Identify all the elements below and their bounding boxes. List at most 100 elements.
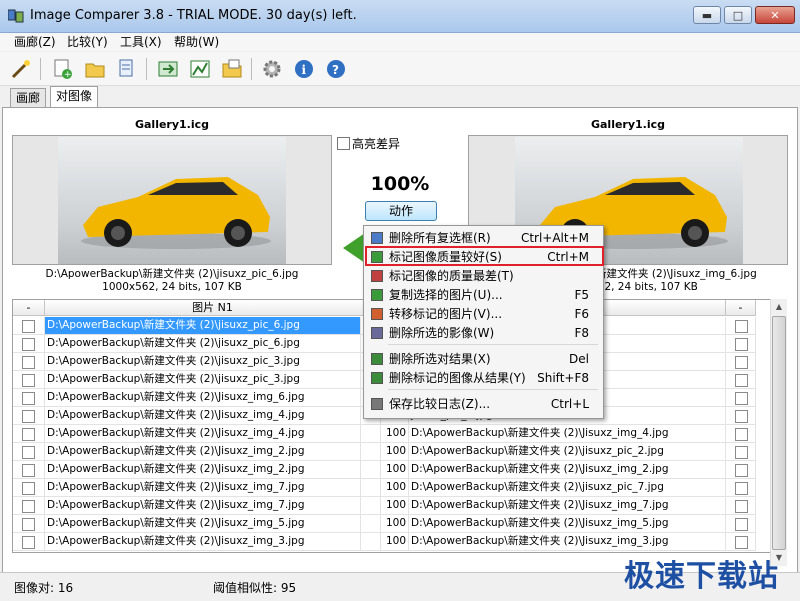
row-left-path[interactable]: D:\ApowerBackup\新建文件夹 (2)\Jisuxz_img_6.j… xyxy=(45,389,361,407)
row-left-path[interactable]: D:\ApowerBackup\新建文件夹 (2)\jisuxz_pic_3.j… xyxy=(45,353,361,371)
row-mid-cell[interactable] xyxy=(361,425,381,443)
row-check-right-cell[interactable] xyxy=(726,407,756,425)
row-right-path[interactable]: D:\ApowerBackup\新建文件夹 (2)\Jisuxz_img_7.j… xyxy=(409,497,726,515)
row-left-path[interactable]: D:\ApowerBackup\新建文件夹 (2)\Jisuxz_img_3.j… xyxy=(45,533,361,551)
context-menu-item[interactable]: 删除所有复选框(R) Ctrl+Alt+M xyxy=(366,228,601,248)
chart-icon[interactable] xyxy=(187,56,213,82)
row-check-left-cell[interactable] xyxy=(13,443,45,461)
row-left-path[interactable]: D:\ApowerBackup\新建文件夹 (2)\Jisuxz_img_4.j… xyxy=(45,425,361,443)
row-checkbox[interactable] xyxy=(735,446,748,459)
row-checkbox[interactable] xyxy=(22,410,35,423)
row-check-right-cell[interactable] xyxy=(726,479,756,497)
row-checkbox[interactable] xyxy=(735,338,748,351)
row-check-right-cell[interactable] xyxy=(726,335,756,353)
row-right-path[interactable]: D:\ApowerBackup\新建文件夹 (2)\jisuxz_pic_7.j… xyxy=(409,479,726,497)
row-check-left-cell[interactable] xyxy=(13,353,45,371)
row-checkbox[interactable] xyxy=(735,410,748,423)
close-button[interactable]: ✕ xyxy=(755,6,795,24)
row-check-left-cell[interactable] xyxy=(13,461,45,479)
row-check-left-cell[interactable] xyxy=(13,515,45,533)
context-menu-item[interactable]: 删除所选的影像(W) F8 xyxy=(366,323,601,343)
row-check-right-cell[interactable] xyxy=(726,371,756,389)
row-checkbox[interactable] xyxy=(735,464,748,477)
table-row[interactable]: D:\ApowerBackup\新建文件夹 (2)\Jisuxz_img_2.j… xyxy=(13,443,770,461)
compare-icon[interactable] xyxy=(155,56,181,82)
row-check-left-cell[interactable] xyxy=(13,533,45,551)
context-menu-item[interactable]: 复制选择的图片(U)... F5 xyxy=(366,285,601,305)
scroll-up-icon[interactable]: ▲ xyxy=(771,302,787,311)
action-button[interactable]: 动作 xyxy=(365,201,437,221)
row-check-right-cell[interactable] xyxy=(726,533,756,551)
row-check-left-cell[interactable] xyxy=(13,389,45,407)
row-checkbox[interactable] xyxy=(22,482,35,495)
header-image1[interactable]: 图片 N1 xyxy=(45,300,381,316)
menu-help[interactable]: 帮助(W) xyxy=(170,33,223,51)
row-left-path[interactable]: D:\ApowerBackup\新建文件夹 (2)\Jisuxz_img_7.j… xyxy=(45,479,361,497)
info-icon[interactable]: i xyxy=(291,56,317,82)
row-check-left-cell[interactable] xyxy=(13,317,45,335)
row-checkbox[interactable] xyxy=(735,500,748,513)
help-icon[interactable]: ? xyxy=(323,56,349,82)
left-image-frame[interactable] xyxy=(12,135,332,265)
row-checkbox[interactable] xyxy=(735,392,748,405)
row-check-right-cell[interactable] xyxy=(726,497,756,515)
row-right-path[interactable]: D:\ApowerBackup\新建文件夹 (2)\jisuxz_pic_2.j… xyxy=(409,443,726,461)
row-checkbox[interactable] xyxy=(22,500,35,513)
menu-gallery[interactable]: 画廊(Z) xyxy=(10,33,60,51)
row-check-right-cell[interactable] xyxy=(726,515,756,533)
folder-images-icon[interactable] xyxy=(219,56,245,82)
row-mid-cell[interactable] xyxy=(361,515,381,533)
row-checkbox[interactable] xyxy=(22,464,35,477)
row-right-path[interactable]: D:\ApowerBackup\新建文件夹 (2)\Jisuxz_img_4.j… xyxy=(409,425,726,443)
row-left-path[interactable]: D:\ApowerBackup\新建文件夹 (2)\Jisuxz_img_2.j… xyxy=(45,461,361,479)
scrollbar-thumb[interactable] xyxy=(772,316,786,550)
row-right-path[interactable]: D:\ApowerBackup\新建文件夹 (2)\Jisuxz_img_3.j… xyxy=(409,533,726,551)
row-check-right-cell[interactable] xyxy=(726,389,756,407)
row-score[interactable]: 100 xyxy=(381,515,409,533)
row-mid-cell[interactable] xyxy=(361,533,381,551)
row-mid-cell[interactable] xyxy=(361,443,381,461)
row-right-path[interactable]: D:\ApowerBackup\新建文件夹 (2)\Jisuxz_img_2.j… xyxy=(409,461,726,479)
row-score[interactable]: 100 xyxy=(381,443,409,461)
row-score[interactable]: 100 xyxy=(381,461,409,479)
context-menu-item[interactable]: 标记图像的质量最差(T) xyxy=(366,266,601,286)
row-check-left-cell[interactable] xyxy=(13,479,45,497)
table-row[interactable]: D:\ApowerBackup\新建文件夹 (2)\Jisuxz_img_7.j… xyxy=(13,479,770,497)
row-check-left-cell[interactable] xyxy=(13,407,45,425)
row-check-right-cell[interactable] xyxy=(726,443,756,461)
row-check-left-cell[interactable] xyxy=(13,335,45,353)
row-checkbox[interactable] xyxy=(735,482,748,495)
header-check-left[interactable]: - xyxy=(13,300,45,316)
row-left-path[interactable]: D:\ApowerBackup\新建文件夹 (2)\Jisuxz_img_7.j… xyxy=(45,497,361,515)
minimize-button[interactable]: ▬ xyxy=(693,6,721,24)
row-check-right-cell[interactable] xyxy=(726,425,756,443)
row-checkbox[interactable] xyxy=(735,518,748,531)
row-check-right-cell[interactable] xyxy=(726,317,756,335)
settings-icon[interactable] xyxy=(259,56,285,82)
row-checkbox[interactable] xyxy=(22,392,35,405)
table-row[interactable]: D:\ApowerBackup\新建文件夹 (2)\Jisuxz_img_5.j… xyxy=(13,515,770,533)
row-checkbox[interactable] xyxy=(22,356,35,369)
row-score[interactable]: 100 xyxy=(381,533,409,551)
tab-image-pair[interactable]: 对图像 xyxy=(50,86,99,108)
row-checkbox[interactable] xyxy=(735,320,748,333)
menu-tools[interactable]: 工具(X) xyxy=(116,33,166,51)
highlight-diff-checkbox[interactable] xyxy=(337,137,350,150)
table-row[interactable]: D:\ApowerBackup\新建文件夹 (2)\Jisuxz_img_4.j… xyxy=(13,425,770,443)
table-row[interactable]: D:\ApowerBackup\新建文件夹 (2)\Jisuxz_img_7.j… xyxy=(13,497,770,515)
row-right-path[interactable]: D:\ApowerBackup\新建文件夹 (2)\Jisuxz_img_5.j… xyxy=(409,515,726,533)
add-image-icon[interactable]: + xyxy=(50,56,76,82)
context-menu-item[interactable]: 保存比较日志(Z)... Ctrl+L xyxy=(366,394,601,414)
row-left-path[interactable]: D:\ApowerBackup\新建文件夹 (2)\jisuxz_pic_6.j… xyxy=(45,317,361,335)
magic-wand-icon[interactable] xyxy=(8,56,34,82)
row-checkbox[interactable] xyxy=(22,446,35,459)
arrow-left-icon[interactable] xyxy=(343,233,365,263)
open-folder-icon[interactable] xyxy=(82,56,108,82)
row-score[interactable]: 100 xyxy=(381,425,409,443)
row-left-path[interactable]: D:\ApowerBackup\新建文件夹 (2)\Jisuxz_img_5.j… xyxy=(45,515,361,533)
context-menu-item[interactable]: 删除所选对结果(X) Del xyxy=(366,349,601,369)
row-checkbox[interactable] xyxy=(22,428,35,441)
row-checkbox[interactable] xyxy=(22,536,35,549)
scan-folder-icon[interactable] xyxy=(114,56,140,82)
row-check-left-cell[interactable] xyxy=(13,371,45,389)
